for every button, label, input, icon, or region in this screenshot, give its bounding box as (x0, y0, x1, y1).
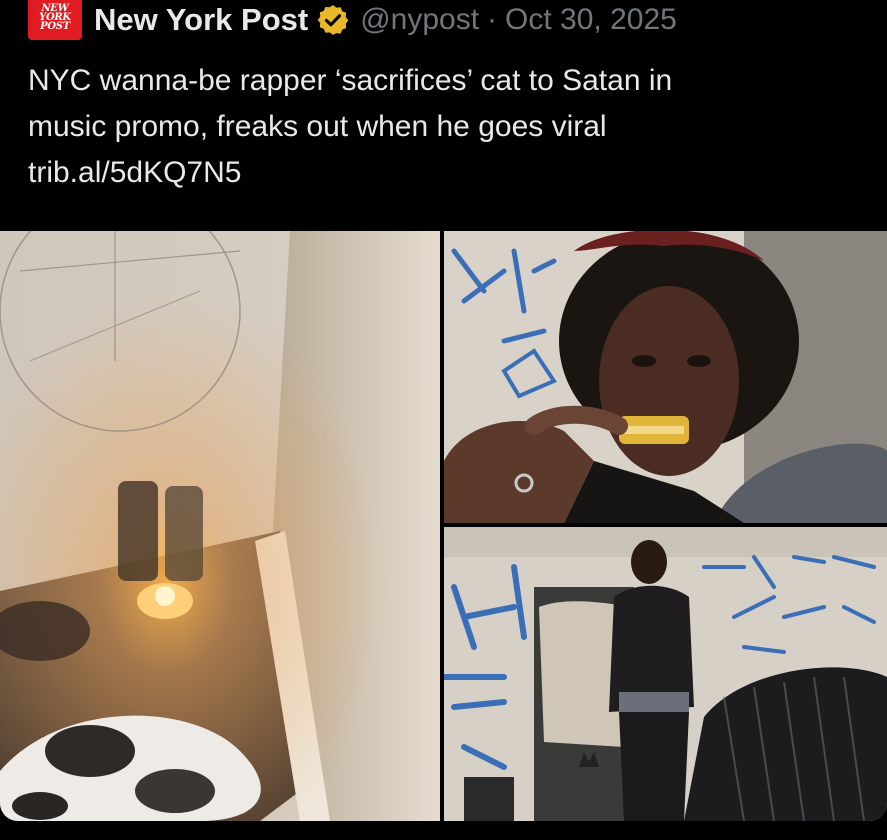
post-header: NEW YORK POST New York Post @nypost · Oct … (28, 0, 677, 40)
post-text-line-2: music promo, freaks out when he goes vir… (28, 110, 607, 143)
media-grid (0, 231, 887, 821)
media-photo-closeup[interactable] (444, 231, 887, 523)
verified-badge-icon (317, 5, 349, 35)
post-link[interactable]: trib.al/5dKQ7N5 (28, 150, 848, 196)
post-card[interactable]: NEW YORK POST New York Post @nypost · Oct … (0, 0, 887, 840)
post-date[interactable]: Oct 30, 2025 (505, 3, 677, 37)
separator-dot: · (487, 3, 498, 36)
post-text: NYC wanna-be rapper ‘sacrifices’ cat to … (28, 58, 848, 196)
avatar[interactable]: NEW YORK POST (28, 0, 82, 40)
media-photo-ritual-corner[interactable] (0, 231, 440, 821)
media-photo-room[interactable] (444, 527, 887, 821)
post-text-line-1: NYC wanna-be rapper ‘sacrifices’ cat to … (28, 64, 673, 97)
author-display-name[interactable]: New York Post (94, 2, 308, 38)
author-handle[interactable]: @nypost (360, 3, 479, 37)
avatar-logo-text: NEW YORK POST (39, 2, 71, 32)
